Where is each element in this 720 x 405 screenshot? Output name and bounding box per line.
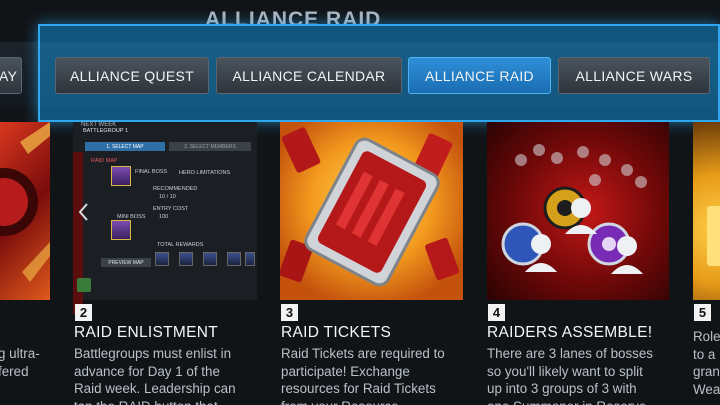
card-3-number: 3	[281, 304, 298, 321]
map-battlegroup: BATTLEGROUP 1	[83, 128, 129, 134]
card-5-body: Role to a gran Wea	[693, 329, 720, 397]
tab-label: AY	[0, 67, 18, 84]
card-3-body: Raid Tickets are required to participate…	[281, 346, 445, 405]
card-3-image[interactable]	[280, 122, 463, 300]
alliance-icon	[77, 278, 91, 292]
recommended-label: RECOMMENDED	[153, 186, 198, 192]
tab-label: ALLIANCE RAID	[425, 67, 534, 84]
card-2-title: RAID ENLISTMENT	[74, 324, 219, 341]
tab-alliance-raid[interactable]: ALLIANCE RAID	[408, 57, 551, 94]
card-2-body: Battlegroups must enlist in advance for …	[74, 346, 236, 405]
card-2-image[interactable]: NEXT WEEK BATTLEGROUP 1 1. SELECT MAP 2.…	[73, 122, 257, 314]
tab-alliance-calendar[interactable]: ALLIANCE CALENDAR	[216, 57, 402, 94]
total-rewards-label: TOTAL REWARDS	[157, 242, 204, 248]
tab-label: ALLIANCE WARS	[575, 67, 693, 84]
final-boss-icon	[111, 166, 131, 186]
tab-partial-left[interactable]: AY	[0, 57, 22, 94]
tab-alliance-wars[interactable]: ALLIANCE WARS	[558, 57, 710, 94]
reward-icon	[227, 252, 241, 266]
card-5-art-icon	[707, 206, 720, 266]
raid-ticket-icon	[280, 127, 459, 287]
mini-boss-label: MINI BOSS	[117, 214, 146, 220]
card-4-title: RAIDERS ASSEMBLE!	[487, 324, 653, 341]
hero-art-icon	[0, 122, 50, 282]
reward-icon	[179, 252, 193, 266]
entry-cost-value: 100	[159, 214, 169, 220]
card-3-title: RAID TICKETS	[281, 324, 392, 341]
card-2-number: 2	[75, 304, 92, 321]
card-4-body: There are 3 lanes of bosses so you'll li…	[487, 346, 653, 405]
mini-boss-icon	[111, 220, 131, 240]
select-map-button[interactable]: 1. SELECT MAP	[85, 142, 165, 151]
select-members-button[interactable]: 2. SELECT MEMBERS	[169, 142, 251, 151]
tab-alliance-quest[interactable]: ALLIANCE QUEST	[55, 57, 209, 94]
entry-cost-label: ENTRY COST	[153, 206, 189, 212]
card-4-number: 4	[488, 304, 505, 321]
card-1-body: g ultra- fered	[0, 346, 40, 379]
recommended-value: 10 / 10	[159, 194, 176, 200]
card-5-number: 5	[694, 304, 711, 321]
raiders-assemble-icon	[501, 144, 647, 274]
raid-map-label: RAID MAP	[91, 158, 118, 164]
preview-map-button[interactable]: PREVIEW MAP	[101, 258, 151, 267]
card-1-image[interactable]	[0, 122, 50, 300]
reward-icon	[155, 252, 169, 266]
card-4-image[interactable]	[487, 122, 669, 300]
final-boss-label: FINAL BOSS	[135, 169, 168, 175]
reward-icon	[245, 252, 255, 266]
chevron-left-icon[interactable]	[77, 202, 89, 222]
reward-icon	[203, 252, 217, 266]
tab-label: ALLIANCE CALENDAR	[232, 67, 386, 84]
tab-label: ALLIANCE QUEST	[69, 67, 194, 84]
card-5-image[interactable]	[693, 122, 720, 300]
hero-limitations-label: HERO LIMITATIONS	[179, 170, 231, 176]
